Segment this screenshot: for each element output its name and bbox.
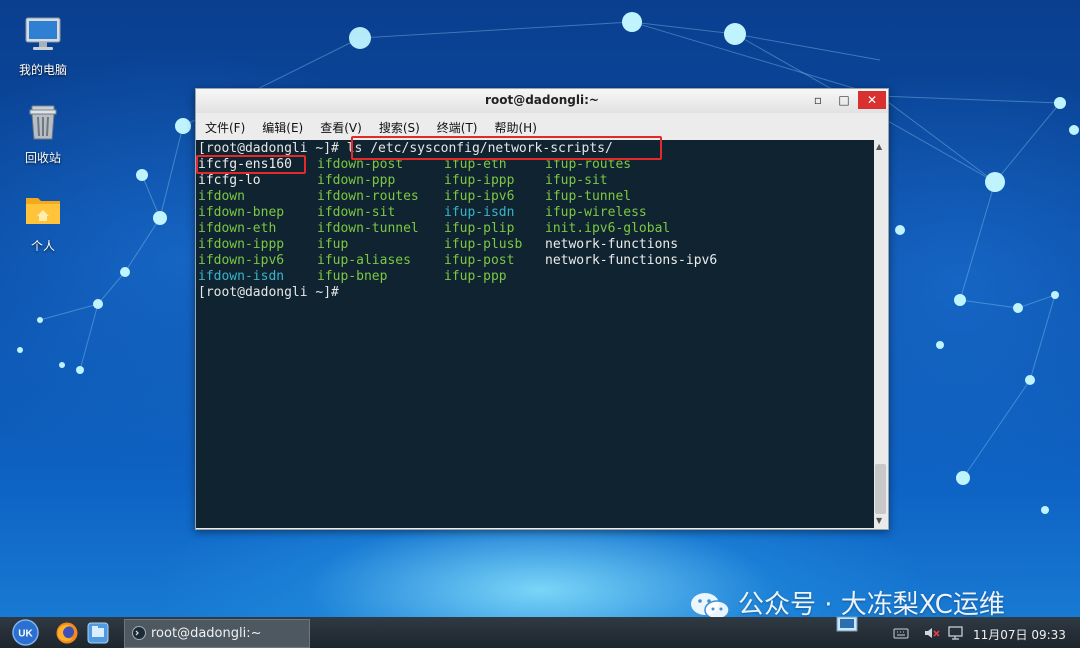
menu-edit[interactable]: 编辑(E) <box>253 115 311 136</box>
menu-help[interactable]: 帮助(H) <box>486 115 545 136</box>
watermark-text: 公众号 · 大冻梨XC运维 <box>738 590 1005 620</box>
scroll-up-arrow-icon[interactable]: ▲ <box>876 142 882 151</box>
file-entry: ifcfg-lo <box>198 173 261 188</box>
file-entry: ifup-sit <box>545 173 608 188</box>
file-entry: ifdown <box>198 189 245 204</box>
file-entry: ifup-post <box>444 253 515 268</box>
menu-file[interactable]: 文件(F) <box>196 115 253 136</box>
start-menu-icon[interactable]: UK <box>12 619 39 646</box>
close-button[interactable]: ✕ <box>858 91 886 109</box>
file-entry: ifup-plusb <box>444 237 523 252</box>
file-entry: ifup-ipv6 <box>444 189 515 204</box>
minimize-button[interactable]: ▫ <box>806 91 830 109</box>
file-entry: ifdown-isdn <box>198 269 285 284</box>
file-entry: ifdown-eth <box>198 221 277 236</box>
file-highlight-box <box>196 155 306 174</box>
file-entry: network-functions-ipv6 <box>545 253 718 268</box>
file-entry: ifup-ppp <box>444 269 507 284</box>
window-titlebar[interactable]: root@dadongli:~ ▫ □ ✕ <box>196 89 888 113</box>
svg-text:UK: UK <box>18 629 33 640</box>
desktop-icon-my-computer[interactable]: 我的电脑 <box>8 14 78 78</box>
taskbar-task-terminal[interactable]: root@dadongli:~ <box>124 619 310 648</box>
file-entry: ifdown-ppp <box>317 173 396 188</box>
listing-row: ifdown-eth ifdown-tunnel ifup-plip init.… <box>198 221 670 237</box>
taskbar-task-label: root@dadongli:~ <box>151 626 262 641</box>
desktop-icon-trash[interactable]: 回收站 <box>8 102 78 166</box>
file-entry: ifup-bnep <box>317 269 388 284</box>
file-entry: ifdown-routes <box>317 189 419 204</box>
listing-row: ifdown-ipv6 ifup-aliases ifup-post netwo… <box>198 253 717 269</box>
trash-icon <box>29 105 57 140</box>
scroll-down-arrow-icon[interactable]: ▼ <box>876 516 882 525</box>
file-entry: network-functions <box>545 237 679 252</box>
file-entry: ifup-plip <box>444 221 515 236</box>
network-icon[interactable] <box>947 626 965 640</box>
file-manager-icon[interactable] <box>86 621 110 645</box>
home-folder-icon <box>26 198 60 224</box>
terminal-output[interactable]: [root@dadongli ~]# ls /etc/sysconfig/net… <box>196 136 874 528</box>
menu-search[interactable]: 搜索(S) <box>370 115 428 136</box>
show-desktop-icon[interactable] <box>836 616 858 632</box>
keyboard-icon[interactable] <box>893 627 909 639</box>
listing-row: ifdown-ippp ifup ifup-plusb network-func… <box>198 237 678 253</box>
prompt: [root@dadongli ~]# <box>198 141 339 156</box>
listing-row: ifdown-isdn ifup-bnep ifup-ppp <box>198 269 507 285</box>
terminal-icon <box>132 626 146 640</box>
file-entry: ifup-isdn <box>444 205 515 220</box>
taskbar: UK root@dadongli:~ 11月07日 09:33 <box>0 616 1080 648</box>
file-entry: ifup-tunnel <box>545 189 632 204</box>
file-entry: ifdown-tunnel <box>317 221 419 236</box>
file-entry: ifdown-ippp <box>198 237 285 252</box>
menu-terminal[interactable]: 终端(T) <box>428 115 486 136</box>
file-entry: ifdown-bnep <box>198 205 285 220</box>
desktop-icon-label: 回收站 <box>24 151 61 165</box>
listing-row: ifdown ifdown-routes ifup-ipv6 ifup-tunn… <box>198 189 631 205</box>
prompt-line: [root@dadongli ~]# <box>198 285 339 301</box>
file-entry: ifdown-sit <box>317 205 396 220</box>
file-entry: ifup-ippp <box>444 173 515 188</box>
volume-muted-icon[interactable] <box>923 626 941 640</box>
desktop-icon-label: 我的电脑 <box>18 63 67 77</box>
desktop-icon-label: 个人 <box>30 239 55 253</box>
window-title: root@dadongli:~ <box>485 93 599 107</box>
menu-view[interactable]: 查看(V) <box>311 115 370 136</box>
file-entry: ifup <box>317 237 349 252</box>
listing-row: ifdown-bnep ifdown-sit ifup-isdn ifup-wi… <box>198 205 647 221</box>
desktop-icon-home[interactable]: 个人 <box>8 190 78 254</box>
file-entry: init.ipv6-global <box>545 221 671 236</box>
clock[interactable]: 11月07日 09:33 <box>973 626 1066 643</box>
file-entry: ifup-wireless <box>545 205 647 220</box>
computer-icon <box>25 17 61 50</box>
file-entry: ifdown-ipv6 <box>198 253 285 268</box>
command-highlight-box <box>351 136 662 160</box>
listing-row: ifcfg-lo ifdown-ppp ifup-ippp ifup-sit <box>198 173 608 189</box>
file-entry: ifup-aliases <box>317 253 411 268</box>
firefox-icon[interactable] <box>55 621 79 645</box>
scrollbar[interactable]: ▲ ▼ <box>874 140 887 528</box>
prompt: [root@dadongli ~]# <box>198 285 339 300</box>
wechat-icon <box>691 592 730 620</box>
maximize-button[interactable]: □ <box>832 91 856 109</box>
terminal-window: root@dadongli:~ ▫ □ ✕ 文件(F) 编辑(E) 查看(V) 搜索(… <box>195 88 889 530</box>
scroll-thumb[interactable] <box>875 464 886 514</box>
